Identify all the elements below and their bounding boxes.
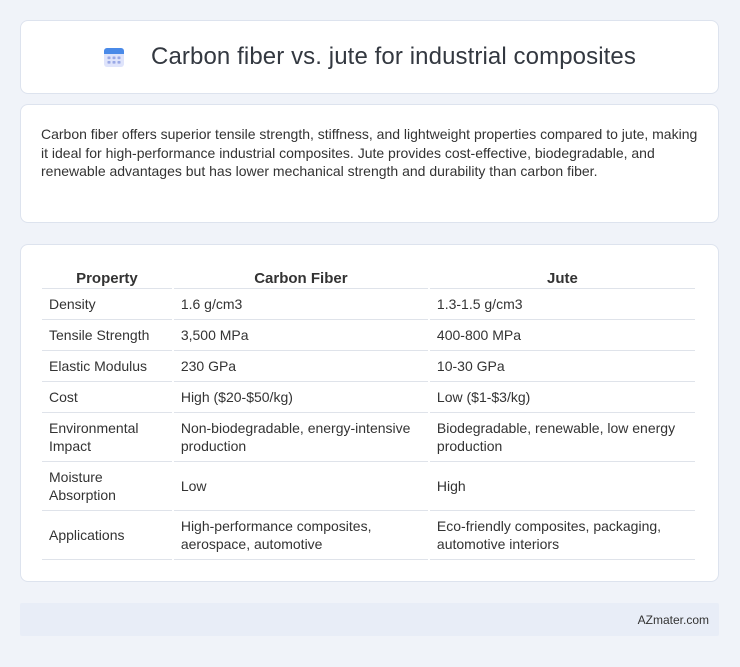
summary-text: Carbon fiber offers superior tensile str… — [41, 126, 698, 179]
carbon-fiber-cell: High-performance composites, aerospace, … — [173, 511, 428, 560]
jute-cell: 1.3-1.5 g/cm3 — [429, 289, 695, 320]
property-cell: Tensile Strength — [42, 320, 172, 351]
jute-cell: Eco-friendly composites, packaging, auto… — [429, 511, 695, 560]
table-row: Moisture Absorption Low High — [42, 462, 695, 511]
jute-cell: Biodegradable, renewable, low energy pro… — [429, 413, 695, 462]
table-row: Elastic Modulus 230 GPa 10-30 GPa — [42, 351, 695, 382]
header-carbon-fiber: Carbon Fiber — [173, 265, 428, 289]
page-title: Carbon fiber vs. jute for industrial com… — [151, 43, 636, 70]
calendar-icon — [103, 46, 125, 68]
header-property: Property — [42, 265, 172, 289]
carbon-fiber-cell: Non-biodegradable, energy-intensive prod… — [173, 413, 428, 462]
jute-cell: 400-800 MPa — [429, 320, 695, 351]
carbon-fiber-cell: Low — [173, 462, 428, 511]
table-row: Environmental Impact Non-biodegradable, … — [42, 413, 695, 462]
table-row: Applications High-performance composites… — [42, 511, 695, 560]
comparison-table-card: Property Carbon Fiber Jute Density 1.6 g… — [20, 244, 719, 582]
title-card: Carbon fiber vs. jute for industrial com… — [20, 20, 719, 94]
header-jute: Jute — [429, 265, 695, 289]
jute-cell: 10-30 GPa — [429, 351, 695, 382]
carbon-fiber-cell: 1.6 g/cm3 — [173, 289, 428, 320]
jute-cell: High — [429, 462, 695, 511]
jute-cell: Low ($1-$3/kg) — [429, 382, 695, 413]
table-row: Cost High ($20-$50/kg) Low ($1-$3/kg) — [42, 382, 695, 413]
table-row: Tensile Strength 3,500 MPa 400-800 MPa — [42, 320, 695, 351]
carbon-fiber-cell: 3,500 MPa — [173, 320, 428, 351]
property-cell: Applications — [42, 511, 172, 560]
summary-card: Carbon fiber offers superior tensile str… — [20, 104, 719, 223]
table-row: Density 1.6 g/cm3 1.3-1.5 g/cm3 — [42, 289, 695, 320]
carbon-fiber-cell: High ($20-$50/kg) — [173, 382, 428, 413]
footer-site-link[interactable]: AZmater.com — [638, 613, 709, 627]
property-cell: Cost — [42, 382, 172, 413]
property-cell: Density — [42, 289, 172, 320]
property-cell: Environmental Impact — [42, 413, 172, 462]
footer-bar: AZmater.com — [20, 603, 719, 636]
comparison-table: Property Carbon Fiber Jute Density 1.6 g… — [40, 265, 697, 560]
property-cell: Elastic Modulus — [42, 351, 172, 382]
property-cell: Moisture Absorption — [42, 462, 172, 511]
carbon-fiber-cell: 230 GPa — [173, 351, 428, 382]
